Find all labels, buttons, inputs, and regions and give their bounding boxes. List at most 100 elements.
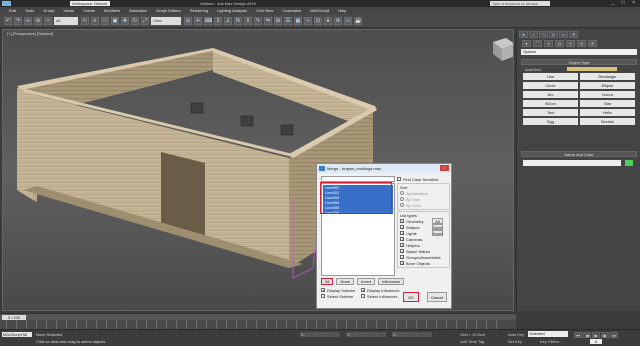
select-by-name-icon[interactable]: ≡ bbox=[91, 16, 99, 25]
menu-maxscript[interactable]: MAXScript bbox=[310, 8, 329, 13]
menu-civil-view[interactable]: Civil View bbox=[256, 8, 273, 13]
menu-views[interactable]: Views bbox=[63, 8, 74, 13]
snaps-toggle-icon[interactable]: 3 bbox=[214, 16, 222, 25]
menu-tools[interactable]: Tools bbox=[25, 8, 34, 13]
mirror-icon[interactable]: ⇋ bbox=[264, 16, 272, 25]
systems-icon[interactable]: ✲ bbox=[588, 40, 597, 47]
spinner-snap-icon[interactable]: ⇕ bbox=[244, 16, 252, 25]
egg-button[interactable]: Egg bbox=[523, 118, 578, 125]
create-tab-icon[interactable]: ★ bbox=[519, 31, 528, 38]
previous-frame-icon[interactable]: ◀ bbox=[583, 332, 591, 338]
material-editor-icon[interactable]: ● bbox=[324, 16, 332, 25]
cancel-button[interactable]: Cancel bbox=[427, 292, 447, 302]
spacewarps-icon[interactable]: ≋ bbox=[577, 40, 586, 47]
play-icon[interactable]: ▶ bbox=[592, 332, 600, 338]
shapes-icon[interactable]: ⌒ bbox=[533, 40, 542, 47]
menu-edit[interactable]: Edit bbox=[9, 8, 16, 13]
menu-customize[interactable]: Customize bbox=[282, 8, 301, 13]
motion-tab-icon[interactable]: ◎ bbox=[549, 31, 558, 38]
auto-key-button[interactable]: Auto Key bbox=[508, 332, 524, 337]
object-type-rollout[interactable]: Object Type bbox=[521, 59, 637, 65]
select-none-button[interactable]: None bbox=[336, 278, 355, 285]
current-frame-field[interactable]: 0 bbox=[590, 339, 602, 344]
key-filters-button[interactable]: Key Filters... bbox=[540, 339, 562, 344]
move-icon[interactable]: ✥ bbox=[121, 16, 129, 25]
sort-color-radio[interactable]: By Color bbox=[400, 202, 447, 208]
menu-rendering[interactable]: Rendering bbox=[190, 8, 208, 13]
types-invert-button[interactable]: Invert bbox=[432, 230, 443, 236]
groups-checkbox[interactable]: ✓ Groups/Assemblies bbox=[400, 254, 447, 260]
menu-animation[interactable]: Animation bbox=[129, 8, 147, 13]
geometry-icon[interactable]: ● bbox=[522, 40, 531, 47]
go-to-end-icon[interactable]: ⏭ bbox=[610, 332, 618, 338]
helpers-icon[interactable]: ⌖ bbox=[566, 40, 575, 47]
helix-button[interactable]: Helix bbox=[580, 109, 635, 116]
menu-help[interactable]: Help bbox=[338, 8, 346, 13]
select-subtree-checkbox[interactable]: Select Subtree Select Influences bbox=[321, 293, 401, 299]
selection-set-dropdown[interactable]: Selected bbox=[528, 331, 568, 337]
track-bar[interactable] bbox=[0, 320, 516, 329]
bone-objects-checkbox[interactable]: ✓ Bone Objects bbox=[400, 260, 447, 266]
rotate-icon[interactable]: ↻ bbox=[131, 16, 139, 25]
add-time-tag-button[interactable]: Add Time Tag bbox=[460, 339, 484, 344]
x-coordinate-field[interactable]: X: bbox=[300, 332, 340, 337]
redo-icon[interactable]: ↷ bbox=[14, 16, 22, 25]
select-invert-button[interactable]: Invert bbox=[357, 278, 376, 285]
undo-icon[interactable]: ↶ bbox=[4, 16, 12, 25]
cameras-icon[interactable]: ◘ bbox=[555, 40, 564, 47]
ngon-button[interactable]: NGon bbox=[523, 100, 578, 107]
object-color-swatch[interactable] bbox=[625, 160, 633, 166]
workspace-dropdown[interactable]: Workspace: Default bbox=[70, 1, 110, 6]
ellipse-button[interactable]: Ellipse bbox=[580, 82, 635, 89]
name-color-rollout[interactable]: Name and Color bbox=[521, 151, 637, 157]
influences-button[interactable]: Influences bbox=[378, 278, 405, 285]
line-button[interactable]: Line bbox=[523, 73, 578, 80]
bind-spacewarp-icon[interactable]: ≈ bbox=[44, 16, 52, 25]
rendered-frame-icon[interactable]: ▭ bbox=[344, 16, 352, 25]
find-case-checkbox[interactable]: Find Case Sensitive bbox=[397, 176, 450, 182]
time-slider[interactable]: 0 / 100 bbox=[0, 313, 516, 320]
align-icon[interactable]: ⊞ bbox=[274, 16, 282, 25]
autogrid-checkbox[interactable]: AutoGrid bbox=[525, 67, 541, 72]
curve-editor-icon[interactable]: ∿ bbox=[304, 16, 312, 25]
rect-selection-icon[interactable]: □ bbox=[101, 16, 109, 25]
maxscript-listener[interactable]: MAXScript Mi bbox=[2, 332, 32, 337]
pivot-icon[interactable]: ◎ bbox=[184, 16, 192, 25]
display-tab-icon[interactable]: ▭ bbox=[559, 31, 568, 38]
search-input[interactable]: Type a keyword or phrase bbox=[490, 1, 550, 6]
z-coordinate-field[interactable]: Z: bbox=[392, 332, 432, 337]
reference-coord-dropdown[interactable]: View bbox=[151, 16, 181, 25]
next-frame-icon[interactable]: ▶ bbox=[601, 332, 609, 338]
viewport-label[interactable]: [+] [Perspective] [Shaded] bbox=[7, 31, 53, 36]
y-coordinate-field[interactable]: Y: bbox=[346, 332, 386, 337]
window-crossing-icon[interactable]: ▣ bbox=[111, 16, 119, 25]
utilities-tab-icon[interactable]: ⚒ bbox=[569, 31, 578, 38]
section-button[interactable]: Section bbox=[580, 118, 635, 125]
donut-button[interactable]: Donut bbox=[580, 91, 635, 98]
app-logo-icon[interactable] bbox=[2, 1, 11, 6]
go-to-start-icon[interactable]: ⏮ bbox=[574, 332, 582, 338]
scale-icon[interactable]: ⤢ bbox=[141, 16, 149, 25]
percent-snap-icon[interactable]: % bbox=[234, 16, 242, 25]
layer-manager-icon[interactable]: ☰ bbox=[284, 16, 292, 25]
rectangle-button[interactable]: Rectangle bbox=[580, 73, 635, 80]
start-new-shape-button[interactable] bbox=[567, 67, 617, 71]
render-setup-icon[interactable]: ⚙ bbox=[334, 16, 342, 25]
schematic-view-icon[interactable]: ⊡ bbox=[314, 16, 322, 25]
window-controls[interactable]: _ □ × bbox=[612, 1, 639, 6]
menu-create[interactable]: Create bbox=[83, 8, 95, 13]
lights-checkbox[interactable]: ✓ Lights Invert bbox=[400, 230, 447, 236]
render-production-icon[interactable]: ☕ bbox=[354, 16, 362, 25]
star-button[interactable]: Star bbox=[580, 100, 635, 107]
hierarchy-tab-icon[interactable]: ⌥ bbox=[539, 31, 548, 38]
angle-snap-icon[interactable]: ∠ bbox=[224, 16, 232, 25]
text-button[interactable]: Text bbox=[523, 109, 578, 116]
selection-filter-dropdown[interactable]: All bbox=[54, 16, 78, 25]
select-all-button[interactable]: All bbox=[321, 278, 334, 285]
unlink-icon[interactable]: ⊘ bbox=[34, 16, 42, 25]
menu-group[interactable]: Group bbox=[43, 8, 54, 13]
close-button[interactable]: × bbox=[440, 165, 449, 171]
keyboard-shortcut-icon[interactable]: ⌨ bbox=[204, 16, 212, 25]
arc-button[interactable]: Arc bbox=[523, 91, 578, 98]
ok-button[interactable]: OK bbox=[403, 292, 419, 302]
